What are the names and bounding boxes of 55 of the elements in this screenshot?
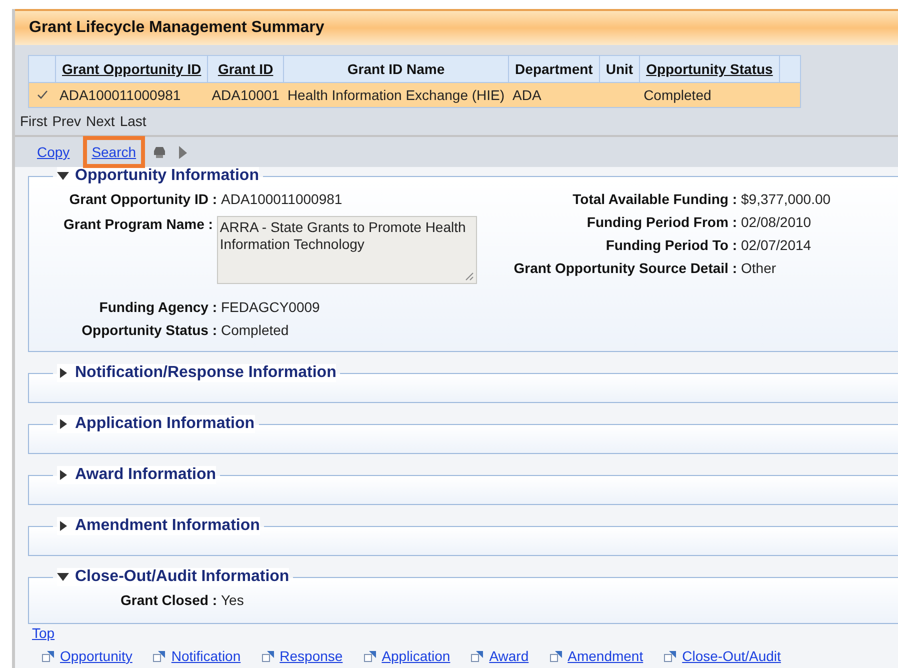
resize-grip-icon[interactable] [465,272,474,281]
field-label: Funding Agency : [98,299,218,315]
pager-link[interactable]: First [20,113,48,129]
field-label: Grant Opportunity Source Detail : [512,260,738,276]
pager-link[interactable]: Prev [52,113,82,129]
field-value: ADA100011000981 [221,191,342,207]
column-header[interactable]: Grant ID [208,56,284,82]
external-link-icon [262,650,274,662]
footer-link[interactable]: Application [382,648,450,664]
toolbar-link[interactable]: Copy [32,140,75,164]
field-value: $9,377,000.00 [741,191,831,207]
footer-link[interactable]: Award [489,648,529,664]
table-row[interactable]: ADA100011000981 ADA10001 Health Information Exchange (HIE) ADA Completed [28,82,800,108]
field-label: Funding Period From : [586,214,738,230]
footer-link[interactable]: Notification [171,648,241,664]
external-link-icon [153,650,166,662]
field-label: Total Available Funding : [572,191,738,207]
table-cell: ADA [512,87,542,103]
text-area[interactable]: ARRA - State Grants to Promote Health Information Technology [216,216,477,284]
external-link-icon [664,650,676,662]
column-header: Grant ID Name [283,56,509,82]
external-link-icon [364,650,376,662]
footer-link[interactable]: Response [280,648,343,664]
external-link-icon [471,650,484,662]
footer-link[interactable]: Amendment [568,648,644,664]
field-value: 02/07/2014 [741,237,812,253]
check-icon [37,90,48,100]
field-value: Completed [221,322,289,338]
column-header: Department [508,56,600,82]
column-header: Unit [599,56,640,82]
field-label: Grant Opportunity ID : [68,191,218,207]
field-label: Grant Program Name : [62,216,214,232]
top-link[interactable]: Top [32,625,55,641]
footer-link[interactable]: Opportunity [60,648,132,664]
pointer-icon[interactable] [178,146,188,158]
table-cell: ADA10001 [212,87,280,103]
table-cell: ADA100011000981 [60,87,181,103]
field-label: Grant Closed : [120,592,218,608]
field-value: Other [741,260,776,276]
column-header[interactable]: Opportunity Status [640,56,780,82]
field-value: 02/08/2010 [741,214,812,230]
footer-link[interactable]: Close-Out/Audit [682,648,781,664]
field-value: FEDAGCY0009 [221,299,320,315]
field-value: Yes [221,592,244,608]
field-label: Funding Period To : [604,237,738,253]
tray-icon[interactable] [153,146,166,158]
window-title: Grant Lifecycle Management Summary [29,19,324,37]
field-label: Opportunity Status : [80,322,218,338]
external-link-icon [42,650,54,662]
table-cell: Completed [644,87,712,103]
pager-link[interactable]: Last [120,113,146,129]
pager-link[interactable]: Next [86,113,115,129]
external-link-icon [550,650,562,662]
column-header[interactable]: Grant Opportunity ID [56,56,208,82]
table-cell: Health Information Exchange (HIE) [287,87,505,103]
